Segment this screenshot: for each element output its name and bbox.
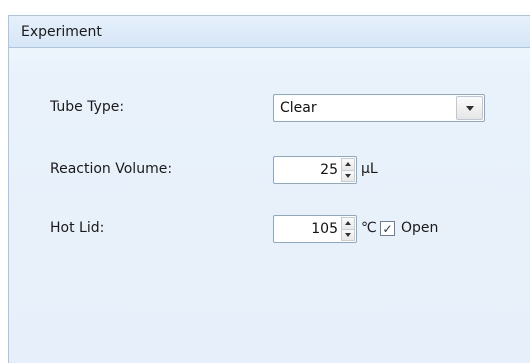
panel-title: Experiment (21, 23, 102, 40)
reaction-volume-decrement-button[interactable] (341, 170, 355, 182)
hot-lid-row: Hot Lid: 105 ℃ ✓ Open (9, 214, 530, 244)
tube-type-select[interactable]: Clear (273, 94, 485, 122)
checkmark-icon: ✓ (382, 221, 393, 236)
spin-down-icon (345, 173, 351, 178)
reaction-volume-spin-buttons (341, 158, 355, 182)
spin-up-icon (345, 162, 351, 167)
reaction-volume-label: Reaction Volume: (50, 161, 173, 177)
spin-up-icon (345, 221, 351, 226)
tube-type-label: Tube Type: (50, 99, 125, 115)
reaction-volume-row: Reaction Volume: 25 μL (9, 155, 530, 185)
panel-header: Experiment (9, 16, 530, 48)
hot-lid-label: Hot Lid: (50, 220, 105, 236)
hot-lid-spin-buttons (341, 217, 355, 241)
chevron-down-icon (465, 105, 474, 111)
hot-lid-value[interactable]: 105 (311, 221, 338, 237)
experiment-panel: Experiment Tube Type: Clear Reaction Vol… (8, 15, 530, 363)
hot-lid-open-checkbox[interactable]: ✓ (380, 221, 395, 236)
hot-lid-decrement-button[interactable] (341, 229, 355, 241)
spin-down-icon (345, 232, 351, 237)
hot-lid-spinner[interactable]: 105 (273, 215, 357, 243)
reaction-volume-spinner[interactable]: 25 (273, 156, 357, 184)
hot-lid-increment-button[interactable] (341, 217, 355, 230)
hot-lid-unit: ℃ (361, 220, 377, 236)
hot-lid-open-label[interactable]: Open (401, 220, 438, 236)
tube-type-row: Tube Type: Clear (9, 93, 530, 123)
reaction-volume-increment-button[interactable] (341, 158, 355, 171)
reaction-volume-value[interactable]: 25 (320, 162, 338, 178)
reaction-volume-unit: μL (361, 161, 378, 177)
tube-type-dropdown-button[interactable] (456, 96, 483, 120)
tube-type-selected-value: Clear (280, 100, 317, 116)
